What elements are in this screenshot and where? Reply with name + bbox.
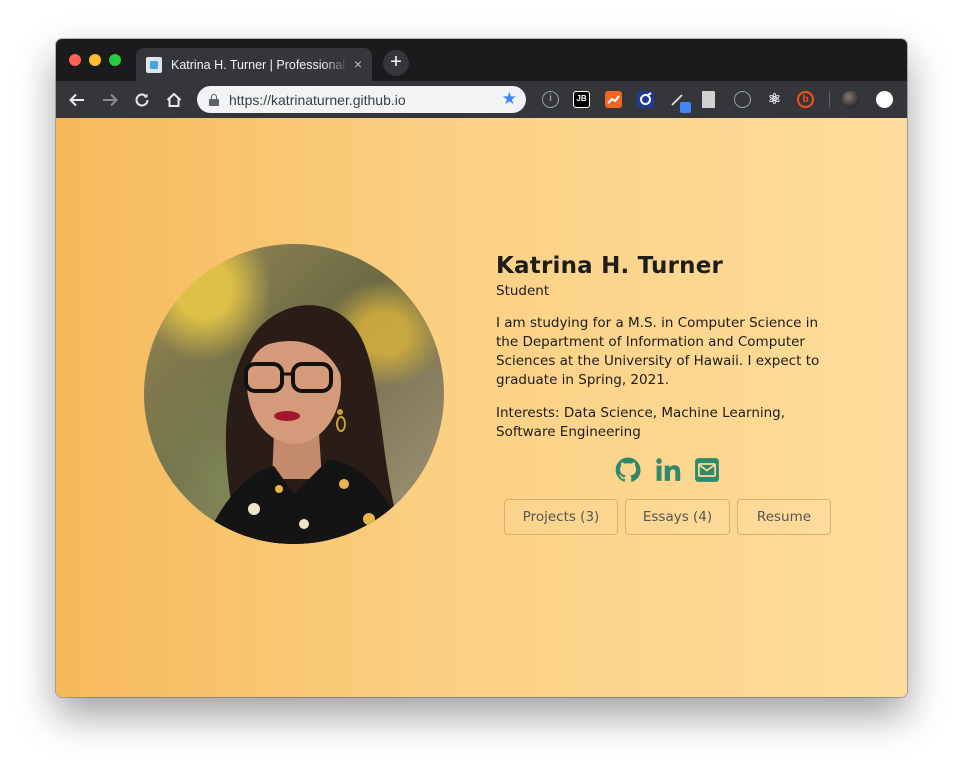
tab-close-icon[interactable]: × (354, 56, 362, 72)
reload-icon (135, 93, 149, 107)
tab-title: Katrina H. Turner | Professional Portfol… (171, 57, 349, 72)
bookmark-star-icon[interactable]: ★ (502, 89, 517, 109)
active-tab[interactable]: Katrina H. Turner | Professional Portfol… (136, 48, 372, 81)
profile-photo-illustration (204, 305, 404, 544)
minimize-window-button[interactable] (89, 54, 101, 66)
document-extension-icon[interactable] (702, 91, 715, 108)
projects-button[interactable]: Projects (3) (504, 499, 618, 535)
extension-badge (680, 102, 691, 113)
browser-toolbar: https://katrinaturner.github.io ★ i JB ⚛… (56, 81, 907, 118)
essays-button[interactable]: Essays (4) (625, 499, 730, 535)
close-window-button[interactable] (69, 54, 81, 66)
linkedin-icon[interactable] (655, 457, 681, 483)
url-text: https://katrinaturner.github.io (229, 91, 406, 108)
toolbar-divider (829, 91, 830, 108)
info-icon[interactable]: i (542, 91, 559, 108)
tab-bar: Katrina H. Turner | Professional Portfol… (56, 39, 907, 81)
profile-avatar[interactable] (842, 91, 859, 108)
reload-button[interactable] (131, 89, 153, 111)
home-button[interactable] (163, 89, 185, 111)
profile-name: Katrina H. Turner (496, 253, 724, 279)
white-circle-extension-icon[interactable] (876, 91, 893, 108)
arrow-left-icon (69, 93, 84, 107)
home-icon (166, 92, 182, 107)
address-bar[interactable]: https://katrinaturner.github.io ★ (197, 86, 526, 113)
profile-photo (144, 244, 444, 544)
browser-window: Katrina H. Turner | Professional Portfol… (56, 39, 907, 697)
react-devtools-icon[interactable]: ⚛ (766, 91, 783, 108)
arrow-right-icon (103, 93, 118, 107)
b-extension-icon[interactable]: b (797, 91, 814, 108)
maximize-window-button[interactable] (109, 54, 121, 66)
back-button[interactable] (66, 89, 88, 111)
profile-info: Katrina H. Turner Student I am studying … (496, 251, 846, 442)
profile-role: Student (496, 283, 550, 299)
chart-extension-icon[interactable] (605, 91, 622, 108)
resume-button[interactable]: Resume (737, 499, 831, 535)
new-tab-button[interactable]: + (383, 50, 409, 76)
social-links (615, 457, 725, 485)
css-extension-icon[interactable] (637, 91, 654, 108)
forward-button[interactable] (99, 89, 121, 111)
favicon-icon (146, 56, 162, 73)
profile-bio: I am studying for a M.S. in Computer Sci… (496, 315, 820, 388)
lock-icon (209, 93, 219, 106)
clock-extension-icon[interactable] (734, 91, 751, 108)
github-icon[interactable] (615, 457, 641, 483)
email-icon[interactable] (694, 457, 720, 483)
profile-interests: Interests: Data Science, Machine Learnin… (496, 405, 786, 440)
jetbrains-icon[interactable]: JB (573, 91, 590, 108)
portfolio-page: Katrina H. Turner Student I am studying … (56, 118, 907, 697)
